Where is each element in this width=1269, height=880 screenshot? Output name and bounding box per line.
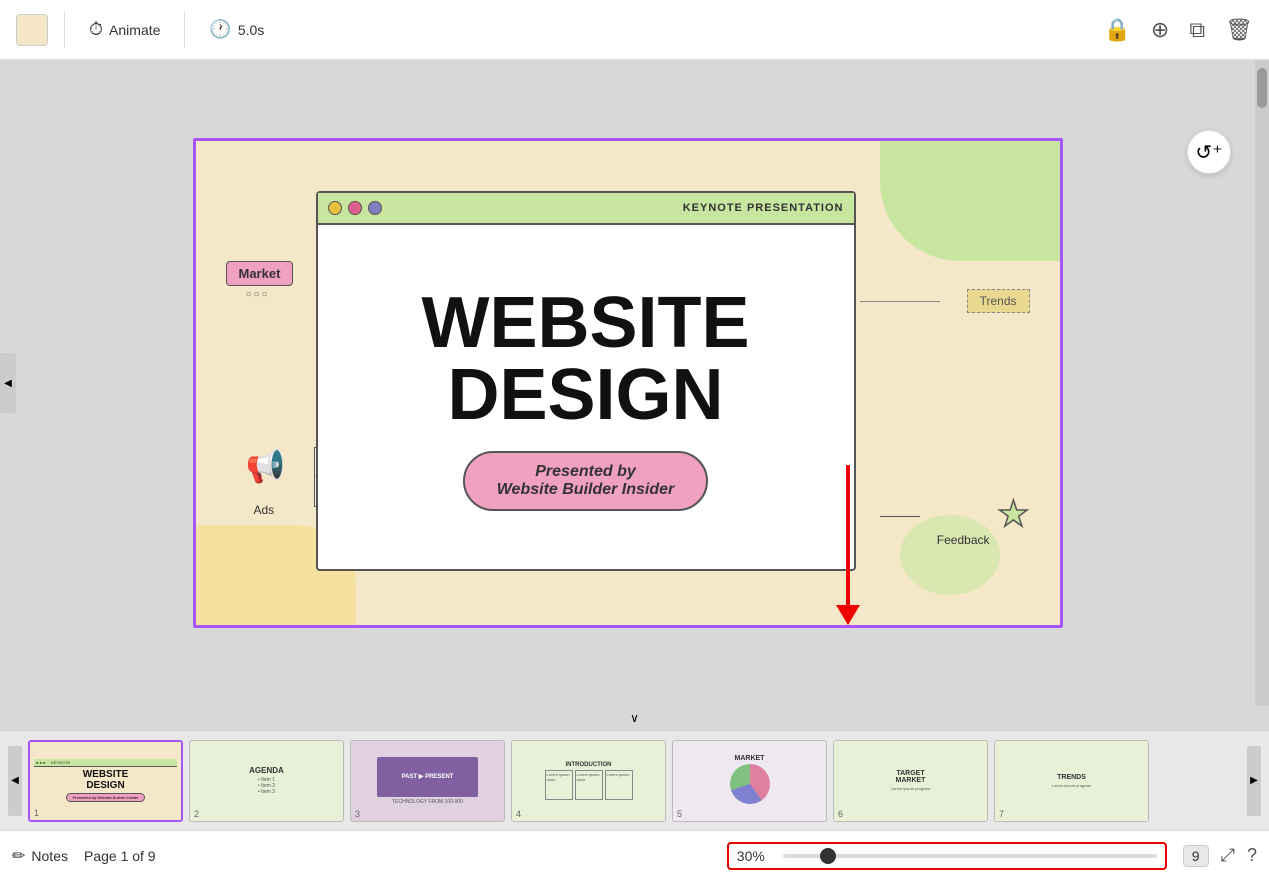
toolbar-right: 🔒 ⊕ ⧉ 🗑 [1104, 17, 1254, 43]
collapse-bar[interactable]: ∨ [0, 706, 1269, 730]
duration-button[interactable]: 🕐 5.0s [201, 15, 272, 44]
animate-label: Animate [109, 22, 160, 38]
slide-title-line1: WEBSITE [421, 283, 749, 363]
slide-thumb-4[interactable]: INTRODUCTION Lorem ipsum dolor Lorem ips… [511, 740, 666, 822]
duration-label: 5.0s [238, 22, 264, 38]
slide-num-4: 4 [516, 809, 521, 819]
chevron-right-icon: ▶ [1250, 775, 1258, 786]
toolbar: ⏱ Animate 🕐 5.0s 🔒 ⊕ ⧉ 🗑 [0, 0, 1269, 60]
thumb1-title: WEBSITEDESIGN [83, 769, 129, 791]
refresh-button[interactable]: ↺⁺ [1187, 130, 1231, 174]
chevron-down-icon: ∨ [630, 711, 639, 725]
bg-blob-bottom-right [900, 515, 1000, 595]
market-dots: ○○○ [246, 289, 270, 300]
thumb1-bg: ● ● ● KEYNOTE WEBSITEDESIGN Presented by… [30, 742, 181, 820]
feedback-label: Feedback [937, 533, 990, 547]
slide-num-7: 7 [999, 809, 1004, 819]
filmstrip-scroll-right[interactable]: ▶ [1247, 746, 1261, 816]
presented-by-button: Presented byWebsite Builder Insider [463, 451, 709, 511]
main-area: ◀ Market ○○○ 📢 Ads Trends ★ Feedback [0, 60, 1269, 706]
animate-icon: ⏱ [89, 19, 103, 40]
slide-thumb-1[interactable]: ● ● ● KEYNOTE WEBSITEDESIGN Presented by… [28, 740, 183, 822]
browser-dot-yellow [328, 201, 342, 215]
animate-button[interactable]: ⏱ Animate [81, 15, 168, 44]
scrollbar-right[interactable] [1255, 60, 1269, 706]
add-slide-button[interactable]: ⊕ [1151, 17, 1169, 43]
browser-content: WEBSITE DESIGN Presented byWebsite Build… [318, 225, 854, 573]
red-arrow-head [836, 605, 860, 625]
thumb6-bg: TARGETMARKET Lorem ipsum program [834, 741, 987, 821]
slide-num-5: 5 [677, 809, 682, 819]
browser-title: KEYNOTE PRESENTATION [683, 202, 844, 214]
clock-icon: 🕐 [209, 19, 231, 40]
browser-dot-pink [348, 201, 362, 215]
thumb3-bg: PAST ▶ PRESENT TECHNOLOGY FROM 100-900 [351, 741, 504, 821]
thumb1-subtitle: Presented by Website Builder Insider [66, 793, 146, 802]
color-swatch[interactable] [16, 14, 48, 46]
filmstrip: ◀ ● ● ● KEYNOTE WEBSITEDESIGN Presented … [0, 730, 1269, 830]
slide-num-3: 3 [355, 809, 360, 819]
thumb4-bg: INTRODUCTION Lorem ipsum dolor Lorem ips… [512, 741, 665, 821]
slide-num-2: 2 [194, 809, 199, 819]
thumb7-bg: TRENDS Lorem ipsum program [995, 741, 1148, 821]
slide-canvas[interactable]: Market ○○○ 📢 Ads Trends ★ Feedback KE [193, 138, 1063, 628]
refresh-icon: ↺⁺ [1195, 140, 1222, 165]
canvas-container: Market ○○○ 📢 Ads Trends ★ Feedback KE [0, 60, 1255, 706]
thumb5-bg: MARKET [673, 741, 826, 821]
chevron-left-icon: ◀ [11, 775, 19, 786]
bottom-bar: ✏ Notes Page 1 of 9 30% 9 ⤢ ? [0, 830, 1269, 880]
duplicate-button[interactable]: ⧉ [1189, 17, 1205, 43]
market-label: Market [226, 261, 294, 286]
browser-dot-purple [368, 201, 382, 215]
megaphone-icon: 📢 [246, 447, 286, 485]
thumb2-bg: AGENDA • Item 1• Item 2• Item 3 [190, 741, 343, 821]
slide-thumb-6[interactable]: TARGETMARKET Lorem ipsum program 6 [833, 740, 988, 822]
chevron-left-icon: ◀ [4, 378, 12, 389]
left-panel-toggle[interactable]: ◀ [0, 353, 16, 413]
bg-blob-top-right [880, 141, 1060, 261]
slide-thumb-7[interactable]: TRENDS Lorem ipsum program 7 [994, 740, 1149, 822]
lock-button[interactable]: 🔒 [1104, 17, 1131, 43]
slide-thumb-3[interactable]: PAST ▶ PRESENT TECHNOLOGY FROM 100-900 3 [350, 740, 505, 822]
slide-thumb-2[interactable]: AGENDA • Item 1• Item 2• Item 3 2 [189, 740, 344, 822]
delete-button[interactable]: 🗑 [1225, 17, 1253, 43]
browser-bar: KEYNOTE PRESENTATION [318, 193, 854, 225]
slide-num-6: 6 [838, 809, 843, 819]
star-icon: ★ [997, 493, 1029, 535]
feedback-connector [880, 516, 920, 517]
slide-title: WEBSITE DESIGN [421, 287, 749, 431]
slide-num-1: 1 [34, 808, 39, 818]
toolbar-divider [64, 12, 65, 48]
slide-title-line2: DESIGN [447, 355, 723, 435]
browser-window: KEYNOTE PRESENTATION WEBSITE DESIGN Pres… [316, 191, 856, 571]
filmstrip-scroll-left[interactable]: ◀ [8, 746, 22, 816]
trends-label: Trends [967, 289, 1030, 313]
scrollbar-thumb[interactable] [1257, 68, 1267, 108]
ads-label: Ads [254, 503, 275, 517]
trends-connector [860, 301, 940, 302]
toolbar-divider2 [184, 12, 185, 48]
slide-thumb-5[interactable]: MARKET 5 [672, 740, 827, 822]
